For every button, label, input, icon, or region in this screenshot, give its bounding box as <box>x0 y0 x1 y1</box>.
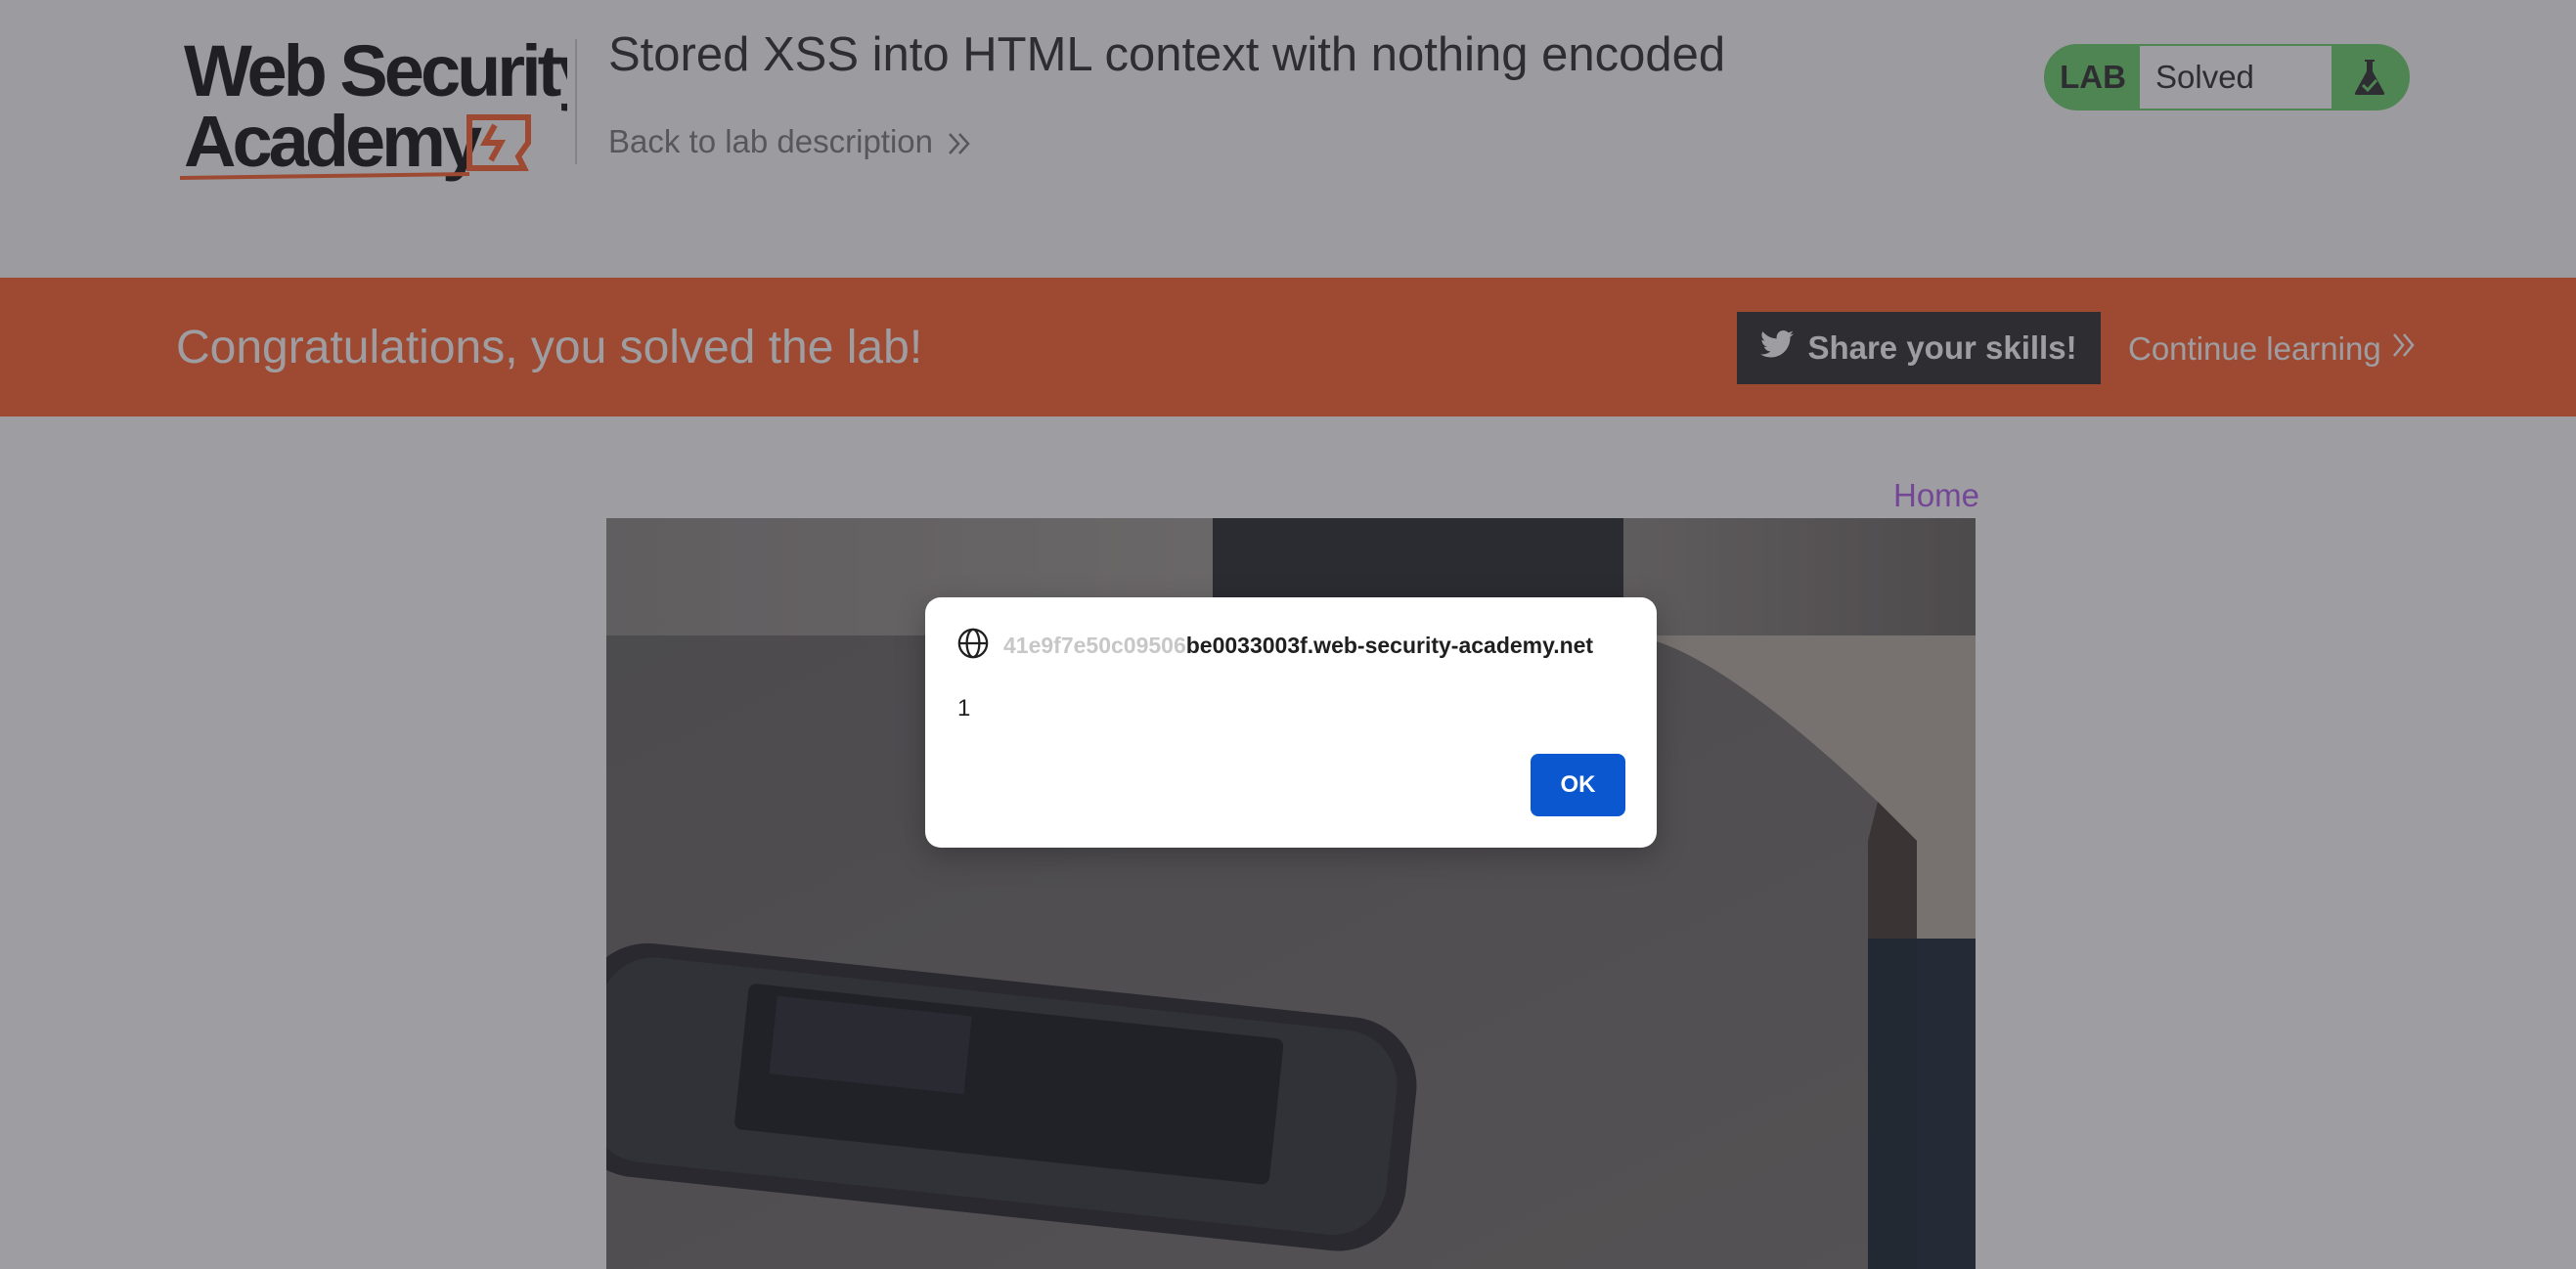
origin-host-rest: be0033003f.web-security-academy.net <box>1185 633 1594 658</box>
dialog-message: 1 <box>957 695 971 722</box>
origin-fade: 41e9f7e50c09506 <box>1003 633 1186 658</box>
dialog-origin: 41e9f7e50c09506be0033003f.web-security-a… <box>956 627 1629 665</box>
dialog-origin-host: 41e9f7e50c09506be0033003f.web-security-a… <box>1003 633 1629 659</box>
globe-icon <box>956 627 990 665</box>
ok-button[interactable]: OK <box>1531 754 1625 816</box>
alert-dialog: 41e9f7e50c09506be0033003f.web-security-a… <box>925 597 1657 848</box>
